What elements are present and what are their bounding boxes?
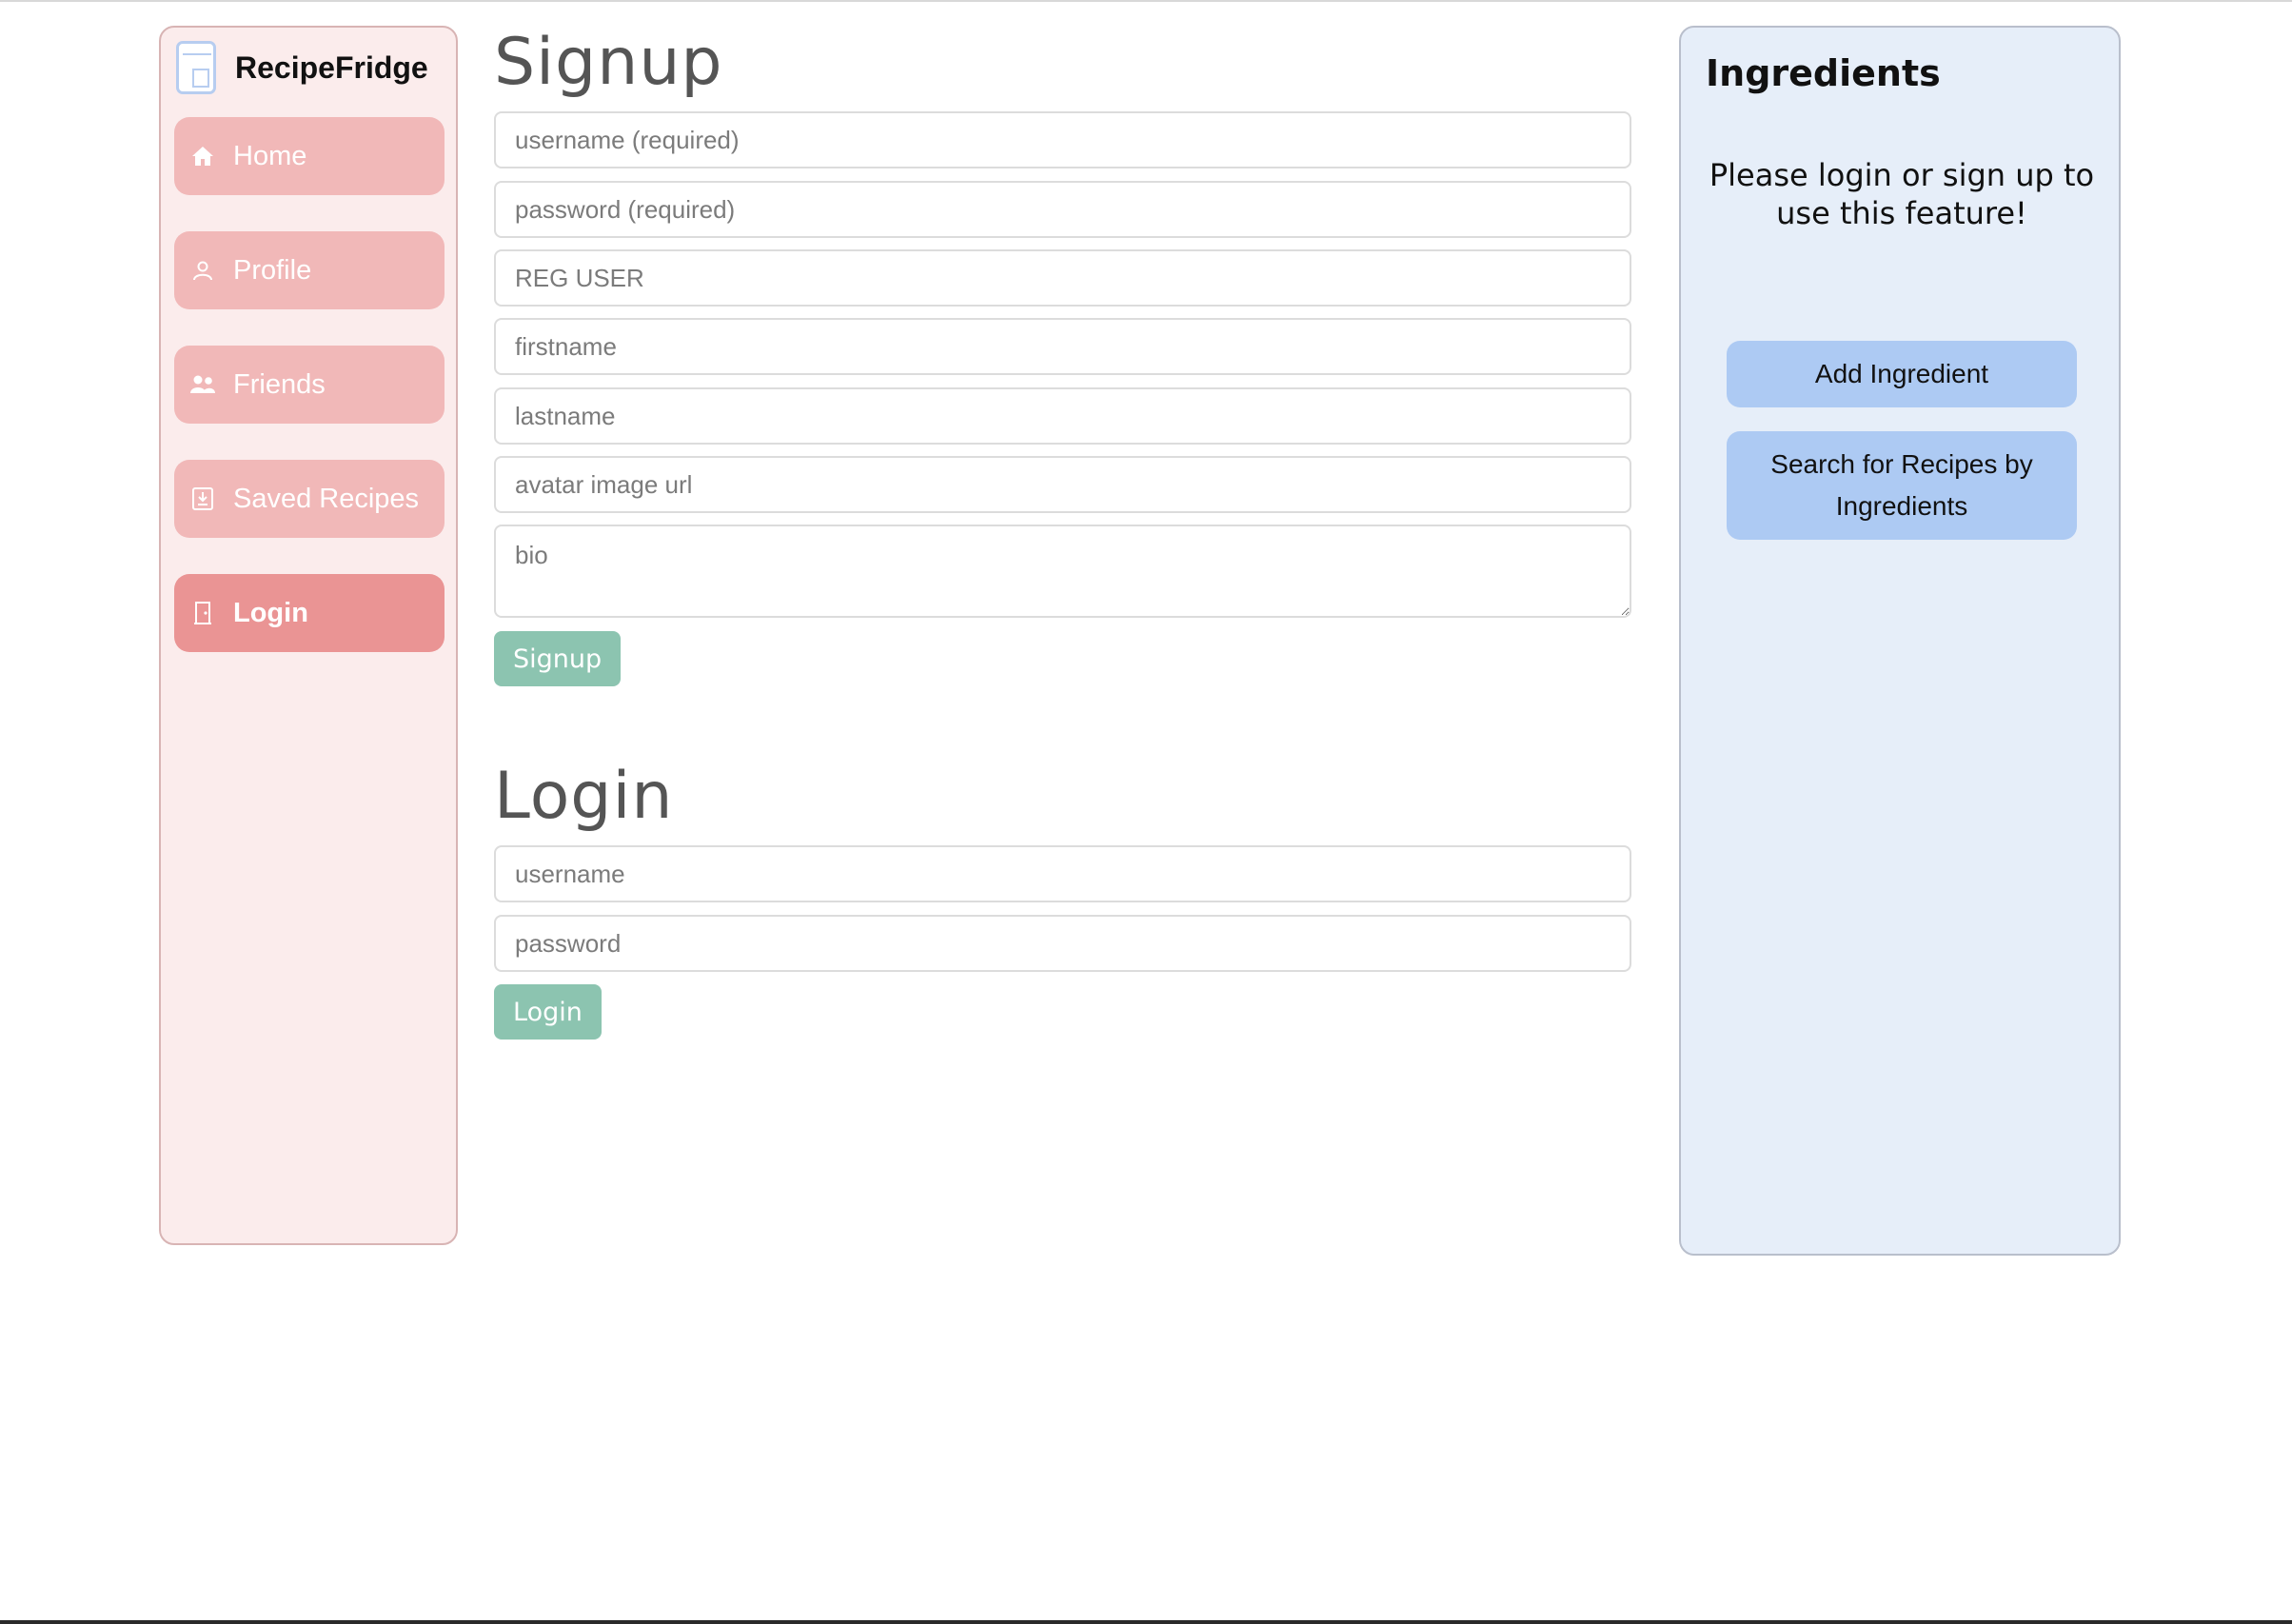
sidebar-item-home[interactable]: Home [174,117,445,195]
signup-bio-textarea[interactable] [494,525,1631,618]
sidebar-item-label: Login [233,597,308,628]
login-password-input[interactable] [494,915,1631,972]
user-icon [186,260,220,281]
login-required-message: Please login or sign up to use this feat… [1709,157,2095,231]
top-divider [0,0,2292,2]
login-title: Login [494,759,674,834]
sidebar-item-label: Friends [233,368,326,400]
brand[interactable]: RecipeFridge [176,41,428,94]
signup-role-input[interactable] [494,249,1631,307]
download-icon [186,486,220,511]
sidebar-item-login[interactable]: Login [174,574,445,652]
login-username-input[interactable] [494,845,1631,902]
sidebar: RecipeFridge Home Profile Friends Saved … [159,26,458,1245]
signup-firstname-input[interactable] [494,318,1631,375]
signup-password-input[interactable] [494,181,1631,238]
sidebar-item-label: Home [233,140,307,171]
door-icon [186,601,220,625]
signup-username-input[interactable] [494,111,1631,168]
fridge-icon [176,41,216,94]
sidebar-item-friends[interactable]: Friends [174,346,445,424]
ingredients-panel: Ingredients Please login or sign up to u… [1679,26,2121,1256]
sidebar-item-label: Profile [233,254,312,286]
brand-name: RecipeFridge [235,50,428,85]
bottom-edge [0,1620,2292,1624]
sidebar-item-label: Saved Recipes [233,483,420,514]
signup-avatar-url-input[interactable] [494,456,1631,513]
users-icon [186,374,220,395]
add-ingredient-button[interactable]: Add Ingredient [1727,341,2077,407]
signup-lastname-input[interactable] [494,387,1631,445]
login-button[interactable]: Login [494,984,602,1040]
home-icon [186,146,220,167]
search-recipes-by-ingredients-button[interactable]: Search for Recipes by Ingredients [1727,431,2077,540]
sidebar-item-profile[interactable]: Profile [174,231,445,309]
signup-title: Signup [494,25,723,100]
signup-button[interactable]: Signup [494,631,622,686]
sidebar-item-saved-recipes[interactable]: Saved Recipes [174,460,445,538]
ingredients-title: Ingredients [1706,52,1941,94]
